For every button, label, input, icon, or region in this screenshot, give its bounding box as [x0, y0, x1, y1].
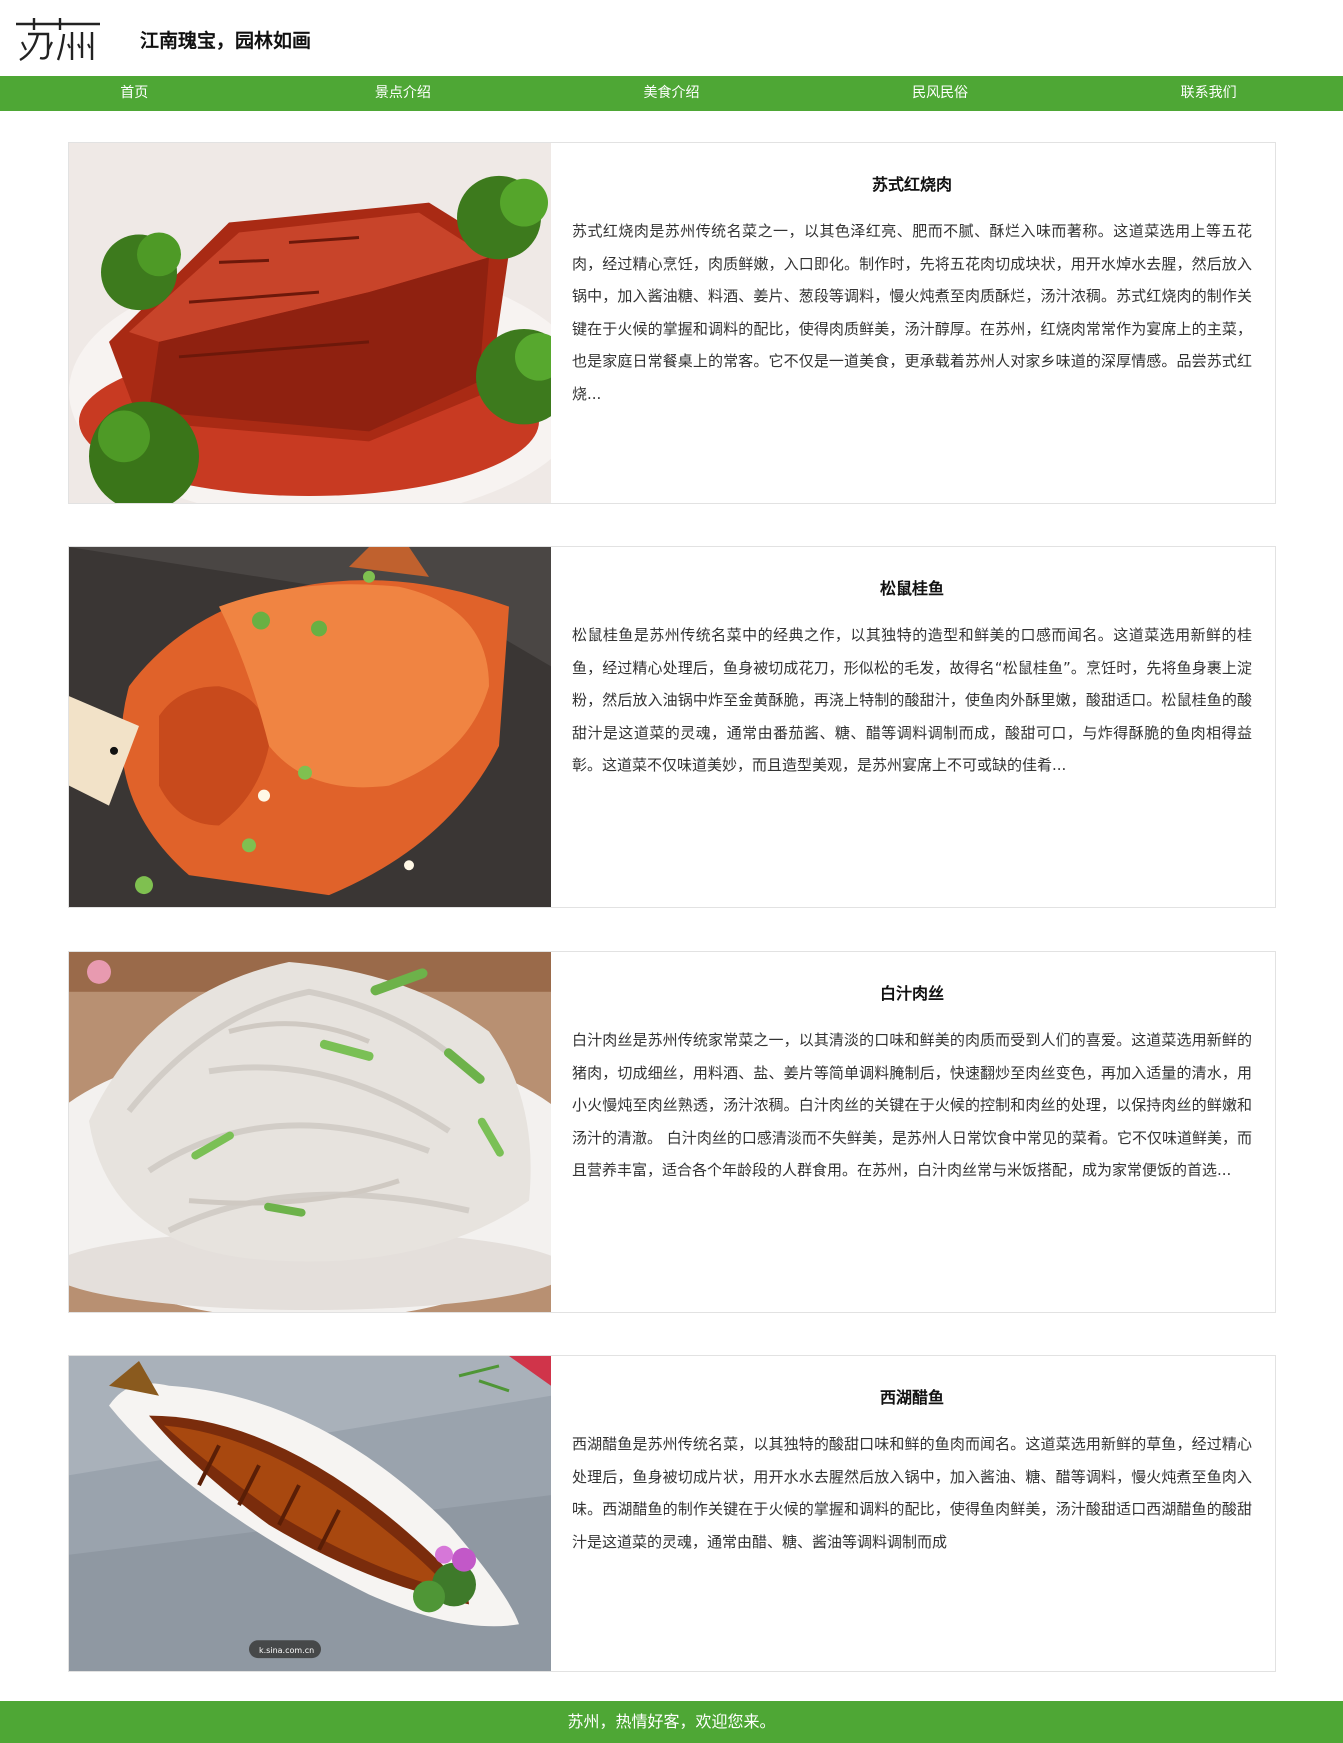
dish-card: k.sina.com.cn 西湖醋鱼 西湖醋鱼是苏州传统名菜，以其独特的酸甜口味…: [68, 1355, 1276, 1672]
dish-description: 西湖醋鱼是苏州传统名菜，以其独特的酸甜口味和鲜的鱼肉而闻名。这道菜选用新鲜的草鱼…: [572, 1435, 1252, 1551]
site-logo[interactable]: [14, 12, 104, 66]
dish-card-body: 松鼠桂鱼 松鼠桂鱼是苏州传统名菜中的经典之作，以其独特的造型和鲜美的口感而闻名。…: [572, 547, 1252, 907]
shredded-pork-photo-icon: [69, 952, 551, 1312]
dish-card: 松鼠桂鱼 松鼠桂鱼是苏州传统名菜中的经典之作，以其独特的造型和鲜美的口感而闻名。…: [68, 546, 1276, 908]
page: 江南瑰宝，园林如画 首页 景点介绍 美食介绍 民风民俗 联系我们 苏式红烧肉 苏…: [0, 0, 1343, 1743]
site-footer: 苏州，热情好客，欢迎您来。: [0, 1701, 1343, 1743]
squirrel-fish-image: [69, 547, 551, 907]
nav-item-contact[interactable]: 联系我们: [1074, 76, 1343, 111]
site-header: 江南瑰宝，园林如画: [0, 0, 1343, 76]
dish-description: 松鼠桂鱼是苏州传统名菜中的经典之作，以其独特的造型和鲜美的口感而闻名。这道菜选用…: [572, 626, 1252, 774]
shredded-pork-image: [69, 952, 551, 1312]
braised-pork-image: [69, 143, 551, 503]
dish-title: 松鼠桂鱼: [879, 579, 944, 598]
nav-item-customs[interactable]: 民风民俗: [806, 76, 1075, 111]
dish-description: 白汁肉丝是苏州传统家常菜之一，以其清淡的口味和鲜美的肉质而受到人们的喜爱。这道菜…: [572, 1031, 1252, 1179]
nav-item-attractions[interactable]: 景点介绍: [269, 76, 538, 111]
dish-card-body: 苏式红烧肉 苏式红烧肉是苏州传统名菜之一，以其色泽红亮、肥而不腻、酥烂入味而著称…: [572, 143, 1252, 503]
dish-card: 白汁肉丝 白汁肉丝是苏州传统家常菜之一，以其清淡的口味和鲜美的肉质而受到人们的喜…: [68, 951, 1276, 1313]
site-tagline: 江南瑰宝，园林如画: [140, 30, 312, 52]
dish-title: 白汁肉丝: [879, 984, 944, 1003]
dish-title: 西湖醋鱼: [879, 1388, 944, 1407]
braised-pork-photo-icon: [69, 143, 551, 503]
squirrel-fish-photo-icon: [69, 547, 551, 907]
suzhou-logo-icon: [16, 18, 100, 62]
image-watermark: k.sina.com.cn: [259, 1646, 315, 1655]
dish-title: 苏式红烧肉: [871, 175, 952, 194]
nav-item-food[interactable]: 美食介绍: [537, 76, 806, 111]
vinegar-fish-photo-icon: [69, 1356, 551, 1671]
dish-card: 苏式红烧肉 苏式红烧肉是苏州传统名菜之一，以其色泽红亮、肥而不腻、酥烂入味而著称…: [68, 142, 1276, 504]
main-nav: 首页 景点介绍 美食介绍 民风民俗 联系我们: [0, 76, 1343, 111]
dish-card-body: 白汁肉丝 白汁肉丝是苏州传统家常菜之一，以其清淡的口味和鲜美的肉质而受到人们的喜…: [572, 952, 1252, 1312]
dish-card-body: 西湖醋鱼 西湖醋鱼是苏州传统名菜，以其独特的酸甜口味和鲜的鱼肉而闻名。这道菜选用…: [572, 1356, 1252, 1671]
dish-description: 苏式红烧肉是苏州传统名菜之一，以其色泽红亮、肥而不腻、酥烂入味而著称。这道菜选用…: [572, 222, 1252, 403]
nav-item-home[interactable]: 首页: [0, 76, 269, 111]
vinegar-fish-image: k.sina.com.cn: [69, 1356, 551, 1671]
